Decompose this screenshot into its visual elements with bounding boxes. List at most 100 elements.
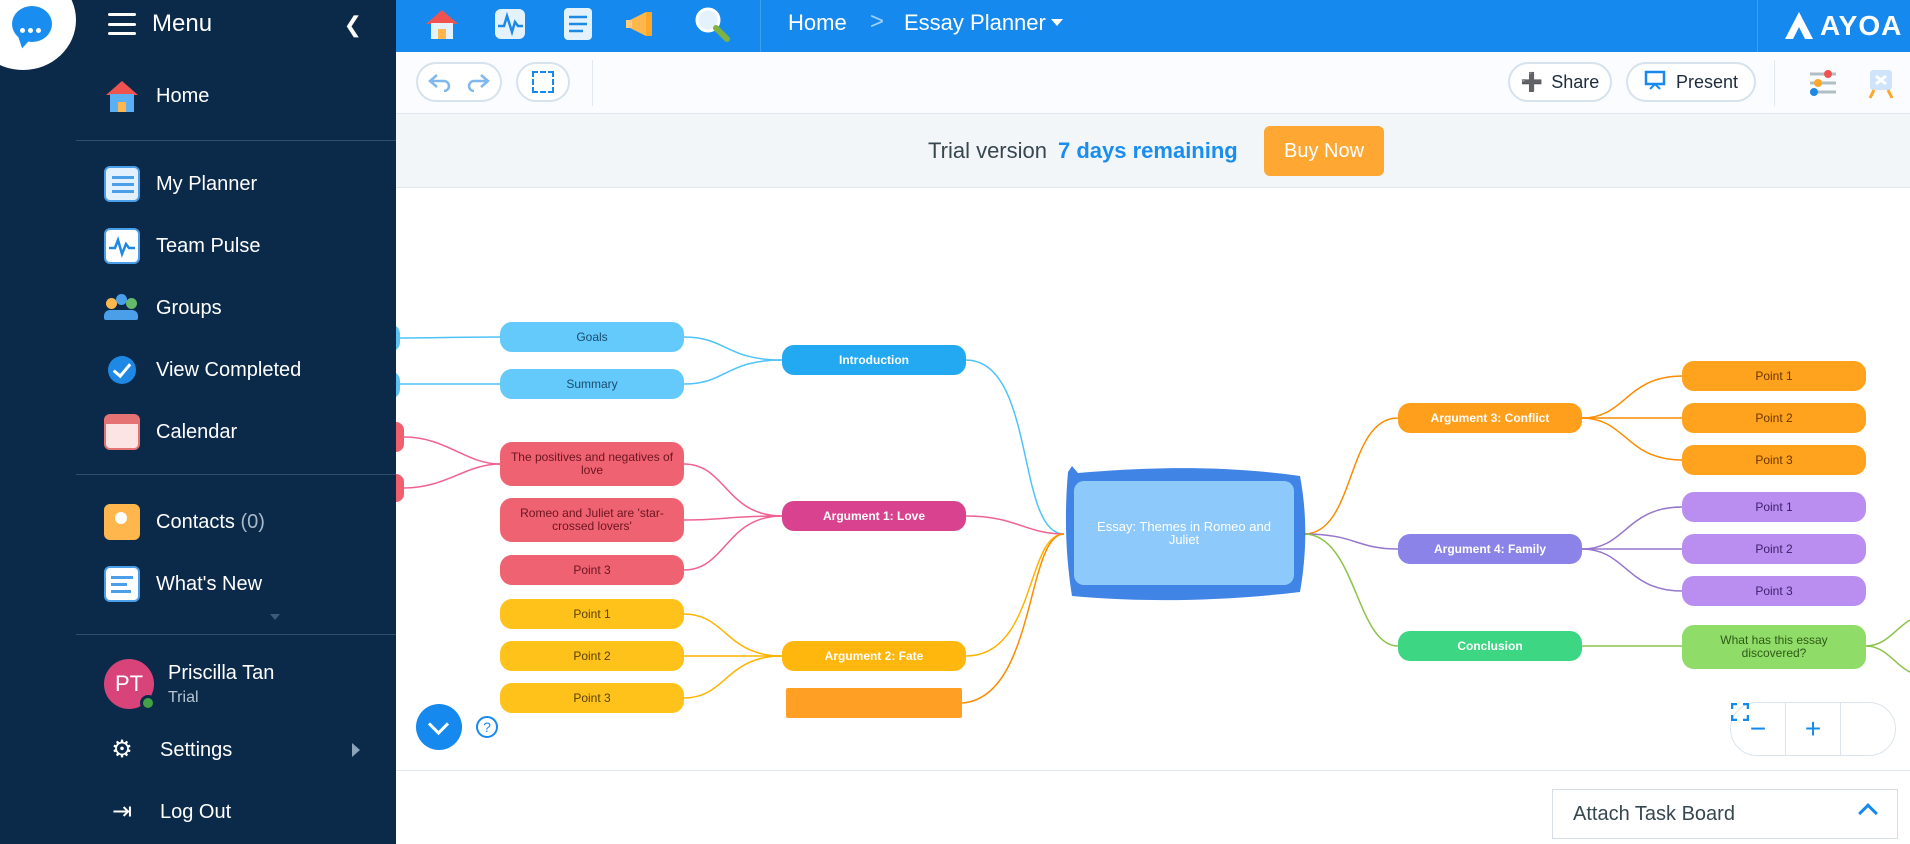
sidebar-item-view-completed[interactable]: View Completed bbox=[104, 350, 384, 390]
node-fate-point-2[interactable]: Point 2 bbox=[500, 641, 684, 671]
node-love-point-1[interactable]: The positives and negatives of love bbox=[500, 442, 684, 486]
trial-banner: Trial version 7 days remaining Buy Now bbox=[396, 114, 1910, 188]
node-argument-1[interactable]: Argument 1: Love bbox=[782, 501, 966, 531]
chat-icon[interactable] bbox=[0, 0, 76, 70]
mindmap-canvas[interactable]: Goals Summary Introduction The positives… bbox=[396, 188, 1910, 770]
sidebar-item-home[interactable]: Home bbox=[104, 76, 384, 116]
sidebar-item-contacts[interactable]: Contacts (0) bbox=[104, 502, 384, 542]
avatar-initials: PT bbox=[114, 671, 144, 696]
fit-screen-button[interactable] bbox=[1731, 703, 1895, 755]
buy-now-button[interactable]: Buy Now bbox=[1264, 126, 1384, 176]
node-conflict-point-1[interactable]: Point 1 bbox=[1682, 361, 1866, 391]
sidebar-item-label: Groups bbox=[156, 296, 222, 319]
logo-icon bbox=[1782, 9, 1816, 43]
planner-icon[interactable] bbox=[558, 4, 598, 44]
undo-icon[interactable] bbox=[419, 72, 459, 92]
attach-task-board-label: Attach Task Board bbox=[1573, 802, 1735, 825]
sidebar-item-label: Home bbox=[156, 84, 210, 107]
node-fate-point-1[interactable]: Point 1 bbox=[500, 599, 684, 629]
breadcrumb-current[interactable]: Essay Planner bbox=[904, 10, 1046, 36]
canvas-settings-icon[interactable] bbox=[1864, 66, 1898, 100]
online-status-icon bbox=[140, 695, 156, 711]
sidebar-divider bbox=[76, 634, 396, 635]
node-family-point-2[interactable]: Point 2 bbox=[1682, 534, 1866, 564]
sidebar-item-team-pulse[interactable]: Team Pulse bbox=[104, 226, 384, 266]
settings-label: Settings bbox=[160, 738, 233, 761]
present-button[interactable]: Present bbox=[1626, 62, 1756, 102]
contacts-count: (0) bbox=[240, 510, 265, 533]
hamburger-icon[interactable] bbox=[108, 13, 136, 35]
calendar-icon bbox=[104, 414, 140, 450]
collapse-branches-button[interactable] bbox=[416, 704, 462, 750]
node-argument-4[interactable]: Argument 4: Family bbox=[1398, 534, 1582, 564]
scroll-down-icon[interactable] bbox=[270, 614, 280, 620]
menu-header: Menu ❮ bbox=[108, 8, 380, 40]
node-summary[interactable]: Summary bbox=[500, 369, 684, 399]
node-conflict-point-3[interactable]: Point 3 bbox=[1682, 445, 1866, 475]
sidebar-item-calendar[interactable]: Calendar bbox=[104, 412, 384, 452]
breadcrumb-separator: > bbox=[870, 8, 885, 35]
undo-redo-group bbox=[416, 62, 502, 102]
node-love-point-3[interactable]: Point 3 bbox=[500, 555, 684, 585]
attach-task-board-button[interactable]: Attach Task Board bbox=[1552, 789, 1898, 839]
fullscreen-icon bbox=[1731, 703, 1749, 721]
sidebar-item-label: My Planner bbox=[156, 172, 258, 195]
sidebar: Menu ❮ Home My Planner Team Pulse Groups… bbox=[0, 0, 396, 844]
trial-label: Trial version bbox=[928, 138, 1047, 163]
node-conclusion-point-1[interactable]: What has this essay discovered? bbox=[1682, 625, 1866, 669]
zoom-in-button[interactable]: + bbox=[1786, 703, 1841, 755]
top-bar: Home > Essay Planner AYOA bbox=[396, 0, 1910, 52]
topbar-separator bbox=[1757, 0, 1758, 52]
redo-icon[interactable] bbox=[459, 72, 499, 92]
sidebar-item-my-planner[interactable]: My Planner bbox=[104, 164, 384, 204]
node-conflict-point-2[interactable]: Point 2 bbox=[1682, 403, 1866, 433]
caret-right-icon bbox=[352, 743, 360, 757]
home-icon[interactable] bbox=[422, 4, 462, 44]
share-button[interactable]: ➕ Share bbox=[1508, 62, 1612, 102]
sidebar-item-label: What's New bbox=[156, 572, 263, 595]
bottom-bar: Attach Task Board bbox=[396, 770, 1910, 844]
logo: AYOA bbox=[1782, 8, 1902, 44]
node-introduction[interactable]: Introduction bbox=[782, 345, 966, 375]
node-conclusion[interactable]: Conclusion bbox=[1398, 631, 1582, 661]
node-argument-2[interactable]: Argument 2: Fate bbox=[782, 641, 966, 671]
chevron-down-icon[interactable] bbox=[1051, 19, 1063, 26]
search-icon[interactable] bbox=[692, 4, 732, 44]
node-fate-point-3[interactable]: Point 3 bbox=[500, 683, 684, 713]
sidebar-item-whats-new[interactable]: What's New bbox=[104, 564, 384, 604]
sidebar-item-label: Calendar bbox=[156, 420, 238, 443]
sidebar-item-groups[interactable]: Groups bbox=[104, 288, 384, 328]
node-goals[interactable]: Goals bbox=[500, 322, 684, 352]
pulse-icon bbox=[104, 228, 140, 264]
filter-sliders-icon[interactable] bbox=[1806, 66, 1840, 100]
sidebar-item-label: Contacts (0) bbox=[156, 510, 265, 533]
news-icon bbox=[104, 566, 140, 602]
megaphone-icon[interactable] bbox=[624, 4, 664, 44]
toolbar-separator bbox=[592, 60, 593, 106]
sidebar-divider bbox=[76, 140, 396, 141]
help-icon[interactable]: ? bbox=[476, 716, 498, 738]
central-node[interactable]: Essay: Themes in Romeo and Juliet bbox=[1074, 481, 1294, 585]
node-family-point-1[interactable]: Point 1 bbox=[1682, 492, 1866, 522]
pulse-icon[interactable] bbox=[490, 4, 530, 44]
presentation-icon bbox=[1644, 70, 1666, 95]
select-area-button[interactable] bbox=[516, 62, 570, 102]
node-argument-3[interactable]: Argument 3: Conflict bbox=[1398, 403, 1582, 433]
menu-title: Menu bbox=[152, 10, 213, 37]
logo-text: AYOA bbox=[1820, 10, 1903, 41]
gear-icon: ⚙ bbox=[111, 736, 133, 763]
groups-icon bbox=[104, 290, 140, 326]
add-user-icon: ➕ bbox=[1520, 71, 1544, 92]
logout-item[interactable]: ⇥ Log Out bbox=[108, 795, 368, 829]
node-family-point-3[interactable]: Point 3 bbox=[1682, 576, 1866, 606]
sidebar-divider bbox=[76, 474, 396, 475]
user-plan: Trial bbox=[168, 688, 199, 706]
chevron-left-icon[interactable]: ❮ bbox=[344, 12, 362, 38]
user-profile[interactable]: PT Priscilla Tan Trial bbox=[104, 658, 274, 711]
present-label: Present bbox=[1675, 71, 1739, 92]
node-love-point-2[interactable]: Romeo and Juliet are 'star-crossed lover… bbox=[500, 498, 684, 542]
breadcrumb-home[interactable]: Home bbox=[788, 10, 847, 36]
settings-item[interactable]: ⚙ Settings bbox=[108, 733, 368, 767]
node-empty[interactable] bbox=[786, 688, 962, 718]
avatar: PT bbox=[104, 659, 156, 711]
